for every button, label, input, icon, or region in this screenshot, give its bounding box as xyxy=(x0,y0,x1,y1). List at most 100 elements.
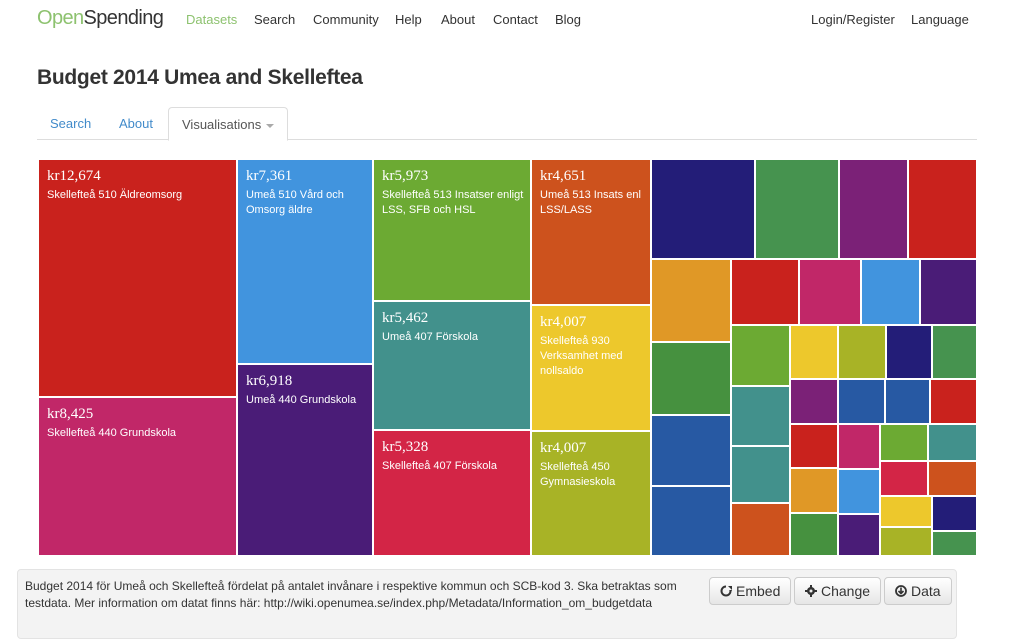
treemap-tile-small[interactable] xyxy=(755,159,839,259)
treemap-tile-small[interactable] xyxy=(838,379,885,424)
nav-blog[interactable]: Blog xyxy=(555,12,581,27)
treemap-tile-small[interactable] xyxy=(932,531,977,556)
treemap-tile[interactable]: kr4,007 Skellefteå 450 Gymnasieskola xyxy=(531,431,651,556)
tile-amount: kr4,007 xyxy=(540,440,587,456)
treemap-tile-small[interactable] xyxy=(880,424,928,461)
tile-label: Umeå 407 Förskola xyxy=(382,331,478,343)
nav-login-register[interactable]: Login/Register xyxy=(811,12,895,27)
visualisation-footer: Budget 2014 för Umeå och Skellefteå förd… xyxy=(17,569,957,639)
nav-community[interactable]: Community xyxy=(313,12,379,27)
treemap-tile[interactable]: kr4,651 Umeå 513 Insats enl LSS/LASS xyxy=(531,159,651,305)
brand-spending: Spending xyxy=(83,7,164,29)
treemap-tile-small[interactable] xyxy=(920,259,977,325)
treemap-tile-small[interactable] xyxy=(886,325,932,379)
data-label: Data xyxy=(911,583,941,599)
tile-amount: kr5,973 xyxy=(382,168,429,184)
treemap-tile-small[interactable] xyxy=(880,461,928,496)
treemap-tile-small[interactable] xyxy=(790,468,838,513)
treemap-tile-small[interactable] xyxy=(928,461,977,496)
dataset-tabs: Search About Visualisations xyxy=(37,107,977,141)
embed-button[interactable]: Embed xyxy=(709,577,792,605)
treemap-tile-small[interactable] xyxy=(651,342,731,415)
treemap-tile-small[interactable] xyxy=(790,424,838,468)
caret-down-icon xyxy=(266,123,275,128)
treemap-tile[interactable]: kr6,918 Umeå 440 Grundskola xyxy=(237,364,373,556)
nav-about[interactable]: About xyxy=(441,12,475,27)
gear-icon xyxy=(805,585,817,597)
treemap-tile-small[interactable] xyxy=(838,469,880,514)
brand-open: Open xyxy=(37,7,84,29)
dataset-description: Budget 2014 för Umeå och Skellefteå förd… xyxy=(25,579,677,610)
treemap-tile-small[interactable] xyxy=(880,496,932,527)
treemap-tile-small[interactable] xyxy=(908,159,977,259)
tile-amount: kr5,462 xyxy=(382,310,429,326)
tile-amount: kr7,361 xyxy=(246,168,293,184)
tile-amount: kr8,425 xyxy=(47,406,94,422)
embed-label: Embed xyxy=(736,583,781,599)
tile-label: Skellefteå 450 Gymnasieskola xyxy=(540,461,616,488)
treemap-tile-small[interactable] xyxy=(880,527,932,556)
treemap-tile-small[interactable] xyxy=(651,486,731,556)
treemap-tile[interactable]: kr5,328 Skellefteå 407 Förskola xyxy=(373,430,531,556)
treemap-tile-small[interactable] xyxy=(928,424,977,461)
tile-amount: kr5,328 xyxy=(382,439,429,455)
page-title: Budget 2014 Umea and Skelleftea xyxy=(37,66,363,89)
treemap-tile-small[interactable] xyxy=(651,259,731,342)
treemap-tile-small[interactable] xyxy=(839,159,908,259)
treemap-tile-small[interactable] xyxy=(932,496,977,531)
treemap-tile-small[interactable] xyxy=(731,503,790,556)
treemap-tile[interactable]: kr5,462 Umeå 407 Förskola xyxy=(373,301,531,430)
tab-search[interactable]: Search xyxy=(37,107,104,140)
tile-label: Skellefteå 513 Insatser enligt LSS, SFB … xyxy=(382,189,524,216)
treemap-tile[interactable]: kr12,674 Skellefteå 510 Äldreomsorg xyxy=(38,159,237,397)
share-icon xyxy=(720,585,732,597)
nav-datasets[interactable]: Datasets xyxy=(186,12,237,27)
tab-about[interactable]: About xyxy=(106,107,166,140)
change-label: Change xyxy=(821,583,871,599)
nav-language[interactable]: Language xyxy=(911,12,969,27)
treemap-tile-small[interactable] xyxy=(651,159,755,259)
tile-label: Skellefteå 510 Äldreomsorg xyxy=(47,189,183,201)
treemap-tile-small[interactable] xyxy=(731,259,799,325)
treemap-tile[interactable]: kr4,007 Skellefteå 930 Verksamhet med nol… xyxy=(531,305,651,431)
nav-search[interactable]: Search xyxy=(254,12,295,27)
tile-label: Umeå 513 Insats enl LSS/LASS xyxy=(540,189,641,216)
tile-amount: kr12,674 xyxy=(47,168,101,184)
data-button[interactable]: Data xyxy=(884,577,952,605)
treemap-tile-small[interactable] xyxy=(932,325,977,379)
download-icon xyxy=(895,585,907,597)
nav-contact[interactable]: Contact xyxy=(493,12,538,27)
treemap: kr12,674 Skellefteå 510 Äldreomsorg kr8,42… xyxy=(38,159,977,556)
nav-help[interactable]: Help xyxy=(395,12,422,27)
tab-visualisations[interactable]: Visualisations xyxy=(168,107,289,141)
tile-label: Skellefteå 930 Verksamhet med nollsaldo xyxy=(540,335,623,377)
treemap-tile-small[interactable] xyxy=(731,325,790,386)
tile-amount: kr6,918 xyxy=(246,373,293,389)
tab-visualisations-label: Visualisations xyxy=(182,117,262,132)
treemap-tile-small[interactable] xyxy=(790,379,838,424)
treemap-tile-small[interactable] xyxy=(790,325,838,379)
treemap-tile-small[interactable] xyxy=(790,513,838,556)
treemap-tile-small[interactable] xyxy=(731,446,790,503)
treemap-tile-small[interactable] xyxy=(930,379,977,424)
treemap-tile-small[interactable] xyxy=(885,379,930,424)
treemap-tile-small[interactable] xyxy=(651,415,731,486)
treemap-tile[interactable]: kr7,361 Umeå 510 Vård och Omsorg äldre xyxy=(237,159,373,364)
treemap-tile-small[interactable] xyxy=(799,259,861,325)
treemap-tile[interactable]: kr5,973 Skellefteå 513 Insatser enligt LS… xyxy=(373,159,531,301)
treemap-tile-small[interactable] xyxy=(838,325,886,379)
treemap-tile-small[interactable] xyxy=(838,424,880,469)
treemap-tile-small[interactable] xyxy=(731,386,790,446)
tile-amount: kr4,007 xyxy=(540,314,587,330)
tile-label: Umeå 510 Vård och Omsorg äldre xyxy=(246,189,344,216)
tile-label: Umeå 440 Grundskola xyxy=(246,394,357,406)
navbar: OpenSpending Datasets Search Community H… xyxy=(0,0,1015,38)
treemap-tile-small[interactable] xyxy=(838,514,880,556)
change-button[interactable]: Change xyxy=(794,577,882,605)
treemap-tile-small[interactable] xyxy=(861,259,920,325)
brand-logo[interactable]: OpenSpending xyxy=(37,7,164,30)
tile-label: Skellefteå 407 Förskola xyxy=(382,460,497,472)
tile-amount: kr4,651 xyxy=(540,168,587,184)
tile-label: Skellefteå 440 Grundskola xyxy=(47,427,177,439)
treemap-tile[interactable]: kr8,425 Skellefteå 440 Grundskola xyxy=(38,397,237,556)
